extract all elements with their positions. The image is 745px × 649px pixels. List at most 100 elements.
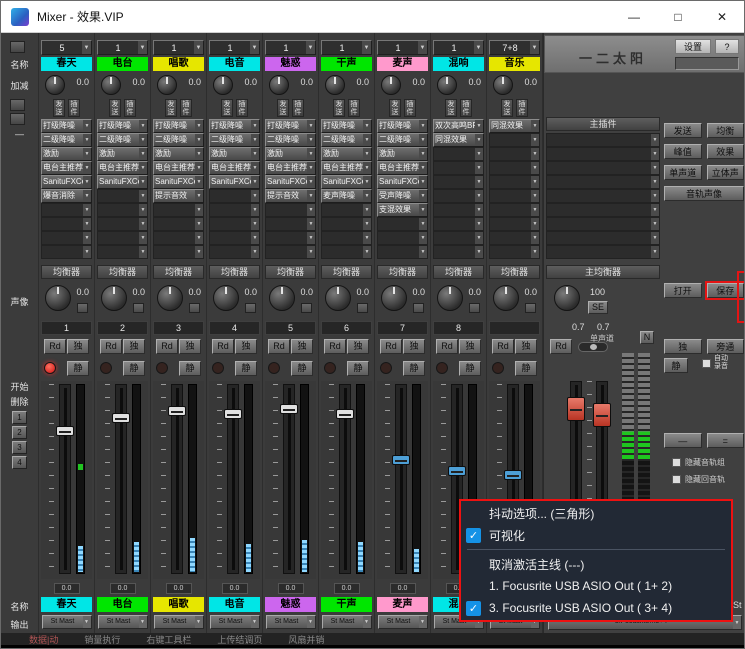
master-plugin-slot[interactable]: ▼	[546, 161, 660, 175]
pan-knob[interactable]	[269, 285, 295, 311]
gain-knob[interactable]	[325, 75, 345, 95]
peak-button[interactable]: 峰值	[664, 144, 702, 159]
plugin-slot[interactable]: 电台主推荐 ▼	[97, 161, 148, 175]
group-button-1[interactable]: 1	[12, 411, 27, 424]
insert-tab[interactable]: 插件	[68, 99, 80, 117]
snapshot-field[interactable]	[675, 57, 739, 70]
pan-knob[interactable]	[45, 285, 71, 311]
plugin-slot[interactable]: 爆音消除 ▼	[41, 189, 92, 203]
plugin-slot[interactable]: ▼	[433, 231, 484, 245]
plugin-slot[interactable]: ▼	[153, 203, 204, 217]
send-tab[interactable]: 发送	[277, 99, 289, 117]
plugin-slot[interactable]: ▼	[433, 189, 484, 203]
plugin-slot[interactable]: ▼	[377, 231, 428, 245]
gain-knob[interactable]	[437, 75, 457, 95]
pan-option-button[interactable]	[525, 303, 536, 313]
channel-name-label-bottom[interactable]: 魅惑	[265, 597, 316, 612]
fader-handle[interactable]	[55, 426, 74, 437]
maximize-button[interactable]: □	[656, 1, 700, 32]
record-arm-button[interactable]	[268, 362, 280, 374]
plugin-slot[interactable]: ▼	[41, 231, 92, 245]
mute-button[interactable]: 静	[179, 360, 201, 376]
insert-tab[interactable]: 插件	[460, 99, 472, 117]
output-select[interactable]: St Mast ▼	[265, 615, 316, 629]
plugin-slot[interactable]: ▼	[489, 147, 540, 161]
plugin-slot[interactable]: SanituFXCe ▼	[97, 175, 148, 189]
sidebar-icon[interactable]	[10, 41, 25, 53]
channel-name-label-bottom[interactable]: 电台	[97, 597, 148, 612]
input-select[interactable]: 1 ▼	[153, 40, 204, 55]
plugin-slot[interactable]: 电台主推荐 ▼	[265, 161, 316, 175]
minimize-button[interactable]: —	[612, 1, 656, 32]
master-plugin-slot[interactable]: ▼	[546, 203, 660, 217]
plugin-slot[interactable]: SanituFXCe ▼	[209, 175, 260, 189]
fader-handle[interactable]	[335, 409, 354, 420]
plugin-slot[interactable]: ▼	[489, 245, 540, 259]
record-arm-button[interactable]	[380, 362, 392, 374]
pan-option-button[interactable]	[189, 303, 200, 313]
stereo-link-toggle[interactable]	[578, 342, 608, 352]
send-tab[interactable]: 发送	[333, 99, 345, 117]
solo-button[interactable]: 独	[235, 339, 257, 354]
menu-item-dither-options[interactable]: 抖动选项... (三角形)	[461, 502, 731, 524]
plugin-slot[interactable]: ▼	[209, 245, 260, 259]
input-select[interactable]: 7+8 ▼	[489, 40, 540, 55]
plugin-slot[interactable]: ▼	[41, 203, 92, 217]
pan-knob[interactable]	[493, 285, 519, 311]
solo-button[interactable]: 独	[67, 339, 89, 354]
plugin-slot[interactable]: 二级降噪 ▼	[41, 133, 92, 147]
mute-button[interactable]: 静	[67, 360, 89, 376]
fx-button[interactable]: 效果	[706, 144, 744, 159]
channel-name-label[interactable]: 魅惑	[265, 57, 316, 71]
gain-knob[interactable]	[157, 75, 177, 95]
plugin-slot[interactable]: ▼	[489, 161, 540, 175]
rd-button[interactable]: Rd	[212, 339, 234, 354]
pan-option-button[interactable]	[469, 303, 480, 313]
plugin-slot[interactable]: ▼	[97, 245, 148, 259]
mute-button[interactable]: 静	[291, 360, 313, 376]
fader-handle[interactable]	[503, 469, 522, 480]
solo-button[interactable]: 独	[459, 339, 481, 354]
rd-button[interactable]: Rd	[268, 339, 290, 354]
master-mute-button[interactable]: 静	[664, 358, 688, 373]
solo-button[interactable]: 独	[179, 339, 201, 354]
master-plugin-slot[interactable]: ▼	[546, 245, 660, 259]
send-tab[interactable]: 发送	[389, 99, 401, 117]
track-pan-button[interactable]: 音轨声像	[664, 186, 744, 201]
master-eq-knob[interactable]	[554, 285, 580, 311]
channel-name-label-bottom[interactable]: 电音	[209, 597, 260, 612]
plugin-slot[interactable]: 提示音效 ▼	[153, 189, 204, 203]
insert-tab[interactable]: 插件	[404, 99, 416, 117]
plugin-slot[interactable]: ▼	[433, 245, 484, 259]
menu-item-asio-out-1-2[interactable]: 1. Focusrite USB ASIO Out ( 1+ 2)	[461, 575, 731, 597]
gain-knob[interactable]	[493, 75, 513, 95]
insert-tab[interactable]: 插件	[180, 99, 192, 117]
channel-name-label[interactable]: 春天	[41, 57, 92, 71]
plugin-slot[interactable]: 激励 ▼	[209, 147, 260, 161]
mute-button[interactable]: 静	[459, 360, 481, 376]
fader-handle[interactable]	[167, 405, 186, 416]
n-button[interactable]: N	[640, 331, 654, 344]
plugin-slot[interactable]: ▼	[41, 217, 92, 231]
pan-option-button[interactable]	[357, 303, 368, 313]
plugin-slot[interactable]: ▼	[97, 203, 148, 217]
stereo-button[interactable]: 立体声	[706, 165, 744, 180]
solo-button[interactable]: 独	[347, 339, 369, 354]
plugin-slot[interactable]: 电台主推荐 ▼	[153, 161, 204, 175]
gain-knob[interactable]	[269, 75, 289, 95]
pan-knob[interactable]	[325, 285, 351, 311]
output-select[interactable]: St Mast ▼	[377, 615, 428, 629]
plugin-slot[interactable]: ▼	[433, 217, 484, 231]
plugin-slot[interactable]: ▼	[321, 203, 372, 217]
record-arm-button[interactable]	[44, 362, 56, 374]
input-select[interactable]: 1 ▼	[321, 40, 372, 55]
record-arm-button[interactable]	[324, 362, 336, 374]
master-fader-handle-right[interactable]	[593, 402, 611, 427]
plugin-slot[interactable]: 打级降噪 ▼	[377, 119, 428, 133]
channel-name-label[interactable]: 电台	[97, 57, 148, 71]
output-select[interactable]: St Mast ▼	[41, 615, 92, 629]
plugin-slot[interactable]: ▼	[97, 217, 148, 231]
channel-name-label-bottom[interactable]: 春天	[41, 597, 92, 612]
plugin-slot[interactable]: ▼	[321, 231, 372, 245]
plugin-slot[interactable]: SanituFXCe ▼	[153, 175, 204, 189]
